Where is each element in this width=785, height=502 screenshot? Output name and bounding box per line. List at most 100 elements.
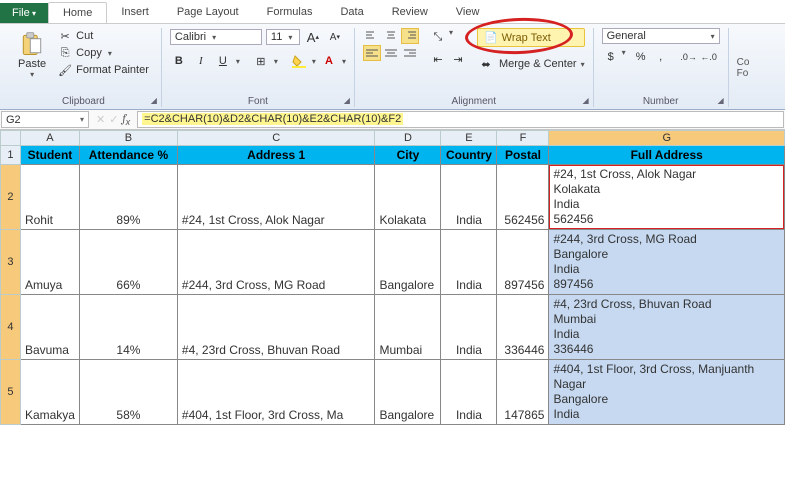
group-font: Calibri▾ 11▾ A▴ A▾ B I U▾ ⊞▾ ▾ A▾ Font◢ <box>162 28 355 107</box>
cell-address1[interactable]: #24, 1st Cross, Alok Nagar <box>177 165 375 230</box>
shrink-font-icon[interactable]: A▾ <box>326 28 344 46</box>
cell-attendance[interactable]: 58% <box>79 360 177 425</box>
cell-attendance[interactable]: 14% <box>79 295 177 360</box>
ribbon-tab-insert[interactable]: Insert <box>107 2 163 23</box>
cell-country[interactable]: India <box>441 165 497 230</box>
font-size-combo[interactable]: 11▾ <box>266 29 300 45</box>
cell-city[interactable]: Bangalore <box>375 360 441 425</box>
increase-decimal[interactable]: .0→ <box>680 48 698 66</box>
align-right[interactable] <box>401 45 419 61</box>
cell-student[interactable]: Amuya <box>20 230 79 295</box>
orientation-button[interactable]: ⤡ <box>429 28 447 46</box>
cancel-fx-icon[interactable]: ✕ <box>96 113 105 126</box>
cell-attendance[interactable]: 66% <box>79 230 177 295</box>
decrease-indent[interactable]: ⇤ <box>429 50 447 68</box>
comma-button[interactable]: , <box>652 48 670 66</box>
name-box[interactable]: G2▾ <box>1 111 89 128</box>
col-header-B[interactable]: B <box>79 131 177 146</box>
font-launcher-icon[interactable]: ◢ <box>344 96 350 105</box>
align-center[interactable] <box>382 45 400 61</box>
cell-full-address[interactable]: #244, 3rd Cross, MG Road Bangalore India… <box>549 230 785 295</box>
header-cell-F[interactable]: Postal <box>497 146 549 165</box>
col-header-A[interactable]: A <box>20 131 79 146</box>
underline-button[interactable]: U <box>214 52 232 70</box>
cut-button[interactable]: ✂Cut <box>54 28 153 44</box>
formula-input[interactable]: =C2&CHAR(10)&D2&CHAR(10)&E2&CHAR(10)&F2 <box>137 111 784 128</box>
group-clipboard: Paste ▾ ✂Cut ⎘Copy▾ 🖌Format Painter Clip… <box>6 28 162 107</box>
ribbon-tab-view[interactable]: View <box>442 2 494 23</box>
cell-city[interactable]: Kolakata <box>375 165 441 230</box>
font-name-combo[interactable]: Calibri▾ <box>170 29 262 45</box>
row-header-4[interactable]: 4 <box>1 295 21 360</box>
col-header-C[interactable]: C <box>177 131 375 146</box>
bold-button[interactable]: B <box>170 52 188 70</box>
cell-postal[interactable]: 897456 <box>497 230 549 295</box>
cell-city[interactable]: Mumbai <box>375 295 441 360</box>
copy-button[interactable]: ⎘Copy▾ <box>54 45 153 61</box>
fill-color-button[interactable] <box>290 52 308 70</box>
wrap-text-button[interactable]: 📄 Wrap Text <box>477 28 585 47</box>
col-header-E[interactable]: E <box>441 131 497 146</box>
ribbon-tab-formulas[interactable]: Formulas <box>253 2 327 23</box>
number-launcher-icon[interactable]: ◢ <box>717 96 723 105</box>
header-cell-B[interactable]: Attendance % <box>79 146 177 165</box>
format-painter-button[interactable]: 🖌Format Painter <box>54 62 153 78</box>
ribbon-tab-home[interactable]: Home <box>48 2 107 23</box>
col-header-F[interactable]: F <box>497 131 549 146</box>
align-top-center[interactable] <box>382 28 400 44</box>
alignment-launcher-icon[interactable]: ◢ <box>582 96 588 105</box>
fx-icon[interactable]: fx <box>122 112 130 127</box>
header-cell-G[interactable]: Full Address <box>549 146 785 165</box>
cell-city[interactable]: Bangalore <box>375 230 441 295</box>
header-cell-D[interactable]: City <box>375 146 441 165</box>
cell-address1[interactable]: #4, 23rd Cross, Bhuvan Road <box>177 295 375 360</box>
grow-font-icon[interactable]: A▴ <box>304 28 322 46</box>
currency-button[interactable]: $ <box>602 48 620 66</box>
paste-button[interactable]: Paste ▾ <box>14 28 50 81</box>
worksheet-grid[interactable]: ABCDEFG 1StudentAttendance %Address 1City… <box>0 130 785 425</box>
file-tab[interactable]: File <box>0 3 48 23</box>
font-color-button[interactable]: A <box>320 52 338 70</box>
cell-country[interactable]: India <box>441 295 497 360</box>
row-header-2[interactable]: 2 <box>1 165 21 230</box>
clipboard-launcher-icon[interactable]: ◢ <box>151 96 157 105</box>
cell-postal[interactable]: 336446 <box>497 295 549 360</box>
cell-postal[interactable]: 562456 <box>497 165 549 230</box>
align-top-right[interactable] <box>401 28 419 44</box>
select-all-corner[interactable] <box>1 131 21 146</box>
cell-country[interactable]: India <box>441 230 497 295</box>
cell-student[interactable]: Bavuma <box>20 295 79 360</box>
border-button[interactable]: ⊞ <box>252 52 270 70</box>
cell-student[interactable]: Kamakya <box>20 360 79 425</box>
header-cell-A[interactable]: Student <box>20 146 79 165</box>
cell-postal[interactable]: 147865 <box>497 360 549 425</box>
align-top-left[interactable] <box>363 28 381 44</box>
italic-button[interactable]: I <box>192 52 210 70</box>
cell-student[interactable]: Rohit <box>20 165 79 230</box>
ribbon-tab-page-layout[interactable]: Page Layout <box>163 2 253 23</box>
header-cell-C[interactable]: Address 1 <box>177 146 375 165</box>
decrease-decimal[interactable]: ←.0 <box>700 48 718 66</box>
col-header-D[interactable]: D <box>375 131 441 146</box>
header-cell-E[interactable]: Country <box>441 146 497 165</box>
group-alignment: ⤡▾ ⇤ ⇥ 📄 Wrap Text ⬌ Merge & Center ▾ <box>355 28 594 107</box>
align-left[interactable] <box>363 45 381 61</box>
col-header-G[interactable]: G <box>549 131 785 146</box>
increase-indent[interactable]: ⇥ <box>449 50 467 68</box>
row-header-1[interactable]: 1 <box>1 146 21 165</box>
percent-button[interactable]: % <box>632 48 650 66</box>
cell-country[interactable]: India <box>441 360 497 425</box>
row-header-3[interactable]: 3 <box>1 230 21 295</box>
cell-address1[interactable]: #404, 1st Floor, 3rd Cross, Ma <box>177 360 375 425</box>
cell-full-address[interactable]: #24, 1st Cross, Alok Nagar Kolakata Indi… <box>549 165 785 230</box>
cell-attendance[interactable]: 89% <box>79 165 177 230</box>
enter-fx-icon[interactable]: ✓ <box>109 113 118 126</box>
number-format-combo[interactable]: General▾ <box>602 28 720 44</box>
ribbon-tab-data[interactable]: Data <box>326 2 377 23</box>
cell-full-address[interactable]: #4, 23rd Cross, Bhuvan Road Mumbai India… <box>549 295 785 360</box>
cell-address1[interactable]: #244, 3rd Cross, MG Road <box>177 230 375 295</box>
merge-button[interactable]: Merge & Center <box>499 58 577 70</box>
cell-full-address[interactable]: #404, 1st Floor, 3rd Cross, Manjuanth Na… <box>549 360 785 425</box>
ribbon-tab-review[interactable]: Review <box>378 2 442 23</box>
row-header-5[interactable]: 5 <box>1 360 21 425</box>
